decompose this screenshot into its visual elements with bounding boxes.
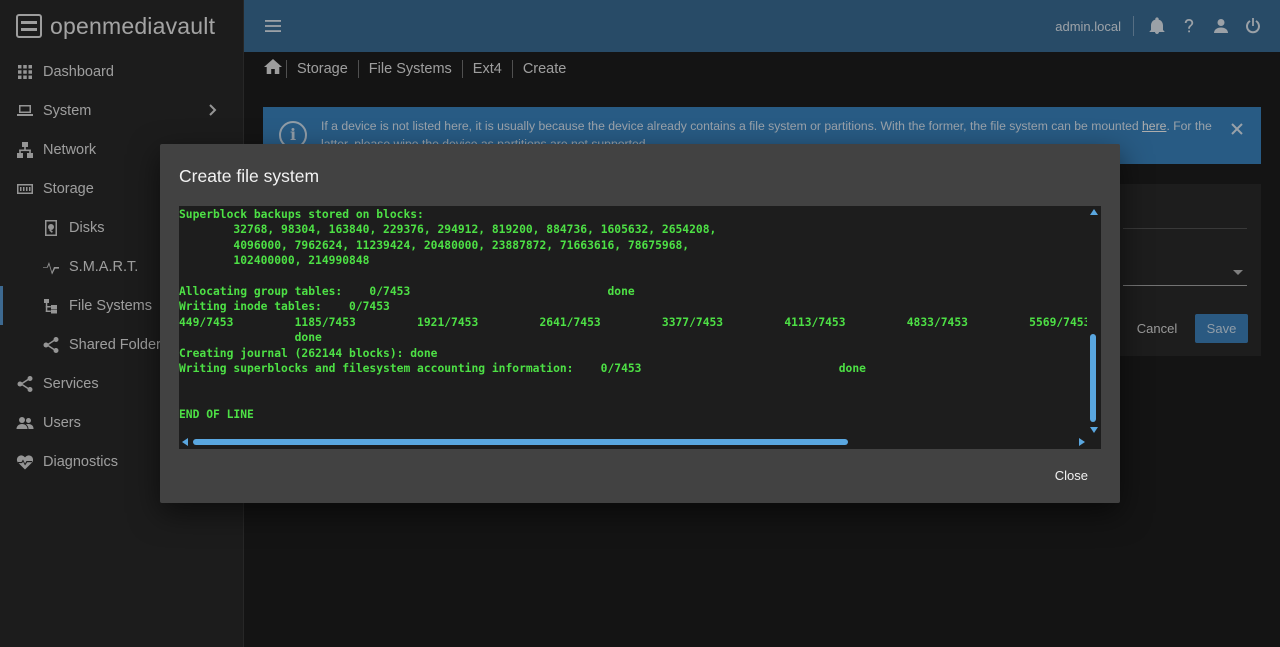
close-button[interactable]: Close — [1047, 464, 1096, 487]
scroll-up-arrow-icon[interactable] — [1090, 209, 1098, 215]
scroll-down-arrow-icon[interactable] — [1090, 427, 1098, 433]
terminal-line: 4096000, 7962624, 11239424, 20480000, 23… — [179, 238, 690, 252]
dialog-title: Create file system — [179, 166, 320, 186]
horizontal-scroll-thumb[interactable] — [193, 439, 848, 445]
terminal-line: Writing superblocks and filesystem accou… — [179, 362, 866, 376]
terminal-line: 102400000, 214990848 — [179, 254, 370, 268]
terminal-line: 32768, 98304, 163840, 229376, 294912, 81… — [179, 223, 717, 237]
terminal-line: Creating journal (262144 blocks): done — [179, 346, 438, 360]
vertical-scrollbar[interactable] — [1089, 206, 1099, 435]
terminal-line: END OF LINE — [179, 408, 254, 422]
terminal-line: Superblock backups stored on blocks: — [179, 208, 424, 221]
terminal-text: Superblock backups stored on blocks: 327… — [179, 206, 1087, 435]
terminal-line: 449/7453 1185/7453 1921/7453 2641/7453 3… — [179, 315, 1087, 329]
terminal-output[interactable]: Superblock backups stored on blocks: 327… — [179, 206, 1101, 449]
scroll-right-arrow-icon[interactable] — [1079, 438, 1085, 446]
terminal-line: Writing inode tables: 0/7453 — [179, 300, 390, 314]
horizontal-scrollbar[interactable] — [179, 435, 1101, 449]
terminal-line: Allocating group tables: 0/7453 done — [179, 285, 635, 299]
create-file-system-dialog: Create file system Superblock backups st… — [160, 144, 1120, 503]
terminal-line: done — [179, 331, 322, 345]
scroll-left-arrow-icon[interactable] — [182, 438, 188, 446]
vertical-scroll-thumb[interactable] — [1090, 334, 1096, 422]
